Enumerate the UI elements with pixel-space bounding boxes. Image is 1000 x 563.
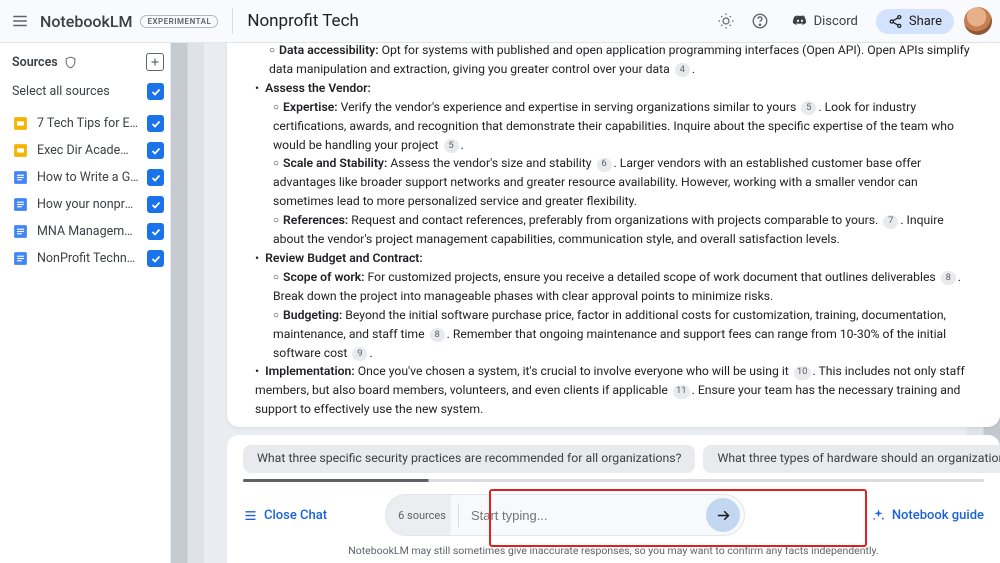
- checkbox-icon[interactable]: [147, 169, 164, 186]
- discord-button[interactable]: Discord: [780, 8, 870, 34]
- citation-chip[interactable]: 7: [883, 215, 898, 229]
- notebook-title[interactable]: Nonprofit Tech: [247, 11, 359, 31]
- response-card: Data accessibility: Opt for systems with…: [227, 43, 1000, 427]
- checkbox-icon[interactable]: [147, 83, 164, 100]
- source-item[interactable]: MNA Management Ma...: [12, 218, 164, 245]
- source-item[interactable]: How your nonprofit ca...: [12, 191, 164, 218]
- list-item: Expertise: Verify the vendor's experienc…: [273, 98, 970, 155]
- citation-chip[interactable]: 5: [801, 101, 816, 115]
- doc-icon: [12, 223, 29, 240]
- citation-chip[interactable]: 10: [794, 366, 811, 380]
- brand-name: NotebookLM: [40, 12, 132, 31]
- citation-chip[interactable]: 8: [941, 271, 956, 285]
- closing-text: By following these steps, an executive d…: [251, 425, 970, 427]
- citation-chip[interactable]: 9: [352, 347, 367, 361]
- checkbox-icon[interactable]: [147, 142, 164, 159]
- source-label: Exec Dir Academy 20...: [37, 143, 139, 158]
- citation-chip[interactable]: 11: [673, 385, 690, 399]
- top-bar: NotebookLM EXPERIMENTAL Nonprofit Tech D…: [0, 0, 1000, 43]
- slides-icon: [12, 115, 29, 132]
- sources-label: Sources: [12, 55, 58, 70]
- select-all-sources[interactable]: Select all sources: [12, 83, 164, 100]
- arrow-right-icon: [715, 507, 732, 524]
- list-item: Review Budget and Contract: Scope of wor…: [255, 249, 970, 362]
- chat-panel: What three specific security practices a…: [227, 435, 1000, 563]
- list-item: References: Request and contact referenc…: [273, 211, 970, 249]
- citation-chip[interactable]: 6: [597, 158, 612, 172]
- checkbox-icon[interactable]: [147, 196, 164, 213]
- source-label: How your nonprofit ca...: [37, 197, 139, 212]
- add-source-button[interactable]: [146, 53, 164, 71]
- list-item: Data accessibility: Opt for systems with…: [269, 43, 970, 79]
- sidebar: Sources Select all sources 7 Tech Tips f…: [0, 43, 171, 563]
- discord-label: Discord: [814, 14, 858, 29]
- help-icon[interactable]: [746, 7, 774, 35]
- share-label: Share: [909, 14, 942, 29]
- source-label: NonProfit Technology ...: [37, 251, 139, 266]
- share-icon: [888, 14, 903, 29]
- source-item[interactable]: 7 Tech Tips for Execut...: [12, 110, 164, 137]
- chat-input-container: 6 sources: [385, 494, 745, 536]
- doc-icon: [12, 169, 29, 186]
- main-area: Data accessibility: Opt for systems with…: [171, 43, 1000, 563]
- experimental-badge: EXPERIMENTAL: [140, 15, 218, 28]
- avatar[interactable]: [964, 7, 992, 35]
- brightness-icon[interactable]: [712, 7, 740, 35]
- source-label: How to Write a Grant...: [37, 170, 139, 185]
- source-count[interactable]: 6 sources: [386, 503, 459, 527]
- list-item: Implementation: Once you've chosen a sys…: [255, 362, 970, 419]
- disclaimer-text: NotebookLM may still sometimes give inac…: [227, 540, 1000, 563]
- close-chat-button[interactable]: Close Chat: [243, 508, 327, 523]
- collapse-icon: [243, 508, 258, 523]
- list-item: Scope of work: For customized projects, …: [273, 268, 970, 306]
- list-item: Budgeting: Beyond the initial software p…: [273, 306, 970, 363]
- checkbox-icon[interactable]: [147, 223, 164, 240]
- source-label: 7 Tech Tips for Execut...: [37, 116, 139, 131]
- share-button[interactable]: Share: [876, 9, 954, 34]
- list-item: Assess the Vendor: Expertise: Verify the…: [255, 79, 970, 249]
- source-item[interactable]: Exec Dir Academy 20...: [12, 137, 164, 164]
- citation-chip[interactable]: 8: [430, 328, 445, 342]
- citation-chip[interactable]: 4: [675, 63, 690, 77]
- list-item: Scale and Stability: Assess the vendor's…: [273, 154, 970, 211]
- slides-icon: [12, 142, 29, 159]
- menu-icon[interactable]: [6, 7, 34, 35]
- send-button[interactable]: [706, 498, 740, 532]
- doc-icon: [12, 196, 29, 213]
- citation-chip[interactable]: 5: [444, 139, 459, 153]
- notebook-guide-button[interactable]: Notebook guide: [871, 508, 984, 523]
- suggestion-chip[interactable]: What three types of hardware should an o…: [703, 445, 1000, 473]
- discord-icon: [792, 13, 808, 29]
- source-item[interactable]: How to Write a Grant...: [12, 164, 164, 191]
- sparkle-icon: [871, 508, 886, 523]
- checkbox-icon[interactable]: [147, 115, 164, 132]
- source-label: MNA Management Ma...: [37, 224, 139, 239]
- suggestion-chip[interactable]: What three specific security practices a…: [243, 445, 695, 473]
- chat-input[interactable]: [459, 508, 706, 523]
- doc-icon: [12, 250, 29, 267]
- divider: [232, 8, 233, 34]
- shield-icon: [64, 56, 77, 69]
- checkbox-icon[interactable]: [147, 250, 164, 267]
- source-item[interactable]: NonProfit Technology ...: [12, 245, 164, 272]
